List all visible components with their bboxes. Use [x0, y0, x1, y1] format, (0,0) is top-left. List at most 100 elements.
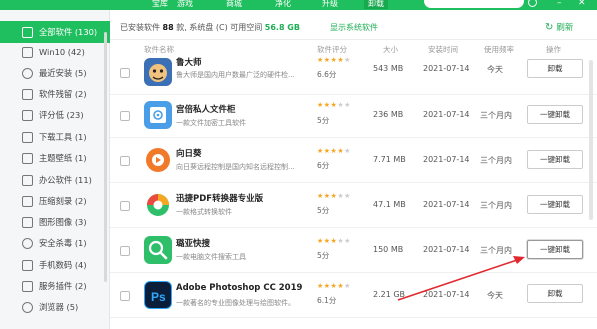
search-input[interactable] [424, 0, 524, 8]
browser-icon [22, 301, 33, 313]
category-sidebar: 全部软件 (130) Win10 (42) 最近安装 (5) 软件残留 (2) … [0, 10, 110, 329]
rating-stars: ★★★★★ [317, 192, 351, 200]
sidebar-item-label: 全部软件 (130) [39, 27, 98, 37]
one-click-uninstall-button[interactable]: 一键卸载 [527, 150, 583, 169]
rating-stars: ★★★★★ [317, 101, 351, 109]
photoshop-app-icon: Ps [144, 281, 172, 309]
install-date: 2021-07-14 [423, 245, 470, 254]
refresh-label: 刷新 [556, 23, 574, 33]
one-click-uninstall-button[interactable]: 一键卸载 [527, 195, 583, 214]
sidebar-item-label: 最近安装 (5) [39, 68, 87, 78]
sidebar-item-label: 安全杀毒 (1) [39, 238, 87, 248]
list-scrollbar[interactable] [589, 60, 593, 220]
usage-frequency: 三个月内 [480, 156, 512, 165]
sidebar-item-label: 图形图像 (3) [39, 217, 87, 227]
ludashi-app-icon [144, 58, 172, 86]
disk-free-space: 56.8 GB [264, 23, 300, 32]
app-name: 璐亚快搜 [176, 239, 211, 249]
sidebar-item-security[interactable]: 安全杀毒 (1) [0, 232, 110, 254]
refresh-icon: ↻ [545, 22, 554, 33]
sidebar-item-label: 下载工具 (1) [39, 132, 87, 142]
minimize-icon[interactable]: – [557, 0, 562, 8]
one-click-uninstall-button[interactable]: 一键卸载 [527, 240, 583, 259]
one-click-uninstall-button[interactable]: 一键卸载 [527, 105, 583, 124]
clock-icon [22, 67, 33, 79]
sidebar-item-label: 评分低 (23) [39, 110, 84, 120]
search-icon[interactable] [528, 0, 537, 7]
row-checkbox[interactable] [120, 201, 130, 211]
install-date: 2021-07-14 [423, 64, 470, 73]
sidebar-item-archive[interactable]: 压缩刻录 (2) [0, 190, 110, 212]
app-name: 向日葵 [176, 149, 202, 159]
close-icon[interactable]: ✕ [578, 0, 586, 8]
show-system-software-link[interactable]: 显示系统软件 [330, 22, 378, 33]
row-checkbox[interactable] [120, 246, 130, 256]
row-checkbox[interactable] [120, 156, 130, 166]
sidebar-item-plugins[interactable]: 服务插件 (2) [0, 275, 110, 297]
sidebar-item-office[interactable]: 办公软件 (11) [0, 169, 110, 191]
sidebar-item-residue[interactable]: 软件残留 (2) [0, 83, 110, 105]
sidebar-item-win10[interactable]: Win10 (42) [0, 41, 110, 63]
table-row: 璐亚快搜 一款电脑文件搜索工具 ★★★★★ 5分 150 MB 2021-07-… [110, 228, 597, 273]
broom-icon [22, 88, 33, 100]
app-description: 鲁大师是国内用户数最广泛的硬件检... [176, 71, 295, 79]
uninstall-button[interactable]: 卸载 [527, 59, 583, 78]
file-cabinet-app-icon [144, 101, 172, 129]
top-nav-bar: 宝库 游戏 商城 净化 升级 卸载 – ✕ [0, 0, 597, 10]
app-description: 一款著名的专业图像处理与绘图软件。 [176, 299, 295, 307]
sidebar-item-download-tools[interactable]: 下载工具 (1) [0, 126, 110, 148]
summary-suffix: 款, 系统盘 (C) 可用空间 [176, 23, 263, 32]
app-size: 543 MB [373, 64, 404, 73]
sidebar-item-low-rated[interactable]: 评分低 (23) [0, 104, 110, 126]
sidebar-item-recent[interactable]: 最近安装 (5) [0, 62, 110, 84]
summary-toolbar: 已安装软件 88 款, 系统盘 (C) 可用空间 56.8 GB 显示系统软件 … [110, 10, 597, 40]
app-size: 7.71 MB [373, 155, 406, 164]
sidebar-item-mobile[interactable]: 手机数码 (4) [0, 254, 110, 276]
tab-baoku[interactable]: 宝库 [152, 0, 168, 9]
tab-uninstall[interactable]: 卸载 [364, 0, 388, 9]
install-date: 2021-07-14 [423, 155, 470, 164]
plugin-icon [22, 280, 33, 292]
tab-clean[interactable]: 净化 [275, 0, 291, 9]
sidebar-item-browsers[interactable]: 浏览器 (5) [0, 296, 110, 318]
tab-upgrade[interactable]: 升级 [322, 0, 338, 9]
rating-score: 6.1分 [317, 296, 337, 305]
app-size: 47.1 MB [373, 200, 406, 209]
sidebar-item-label: 办公软件 (11) [39, 175, 92, 185]
rating-stars: ★★★★★ [317, 147, 351, 155]
theme-icon [22, 152, 33, 164]
sidebar-item-graphics[interactable]: 图形图像 (3) [0, 211, 110, 233]
row-checkbox[interactable] [120, 68, 130, 78]
installed-count: 88 [162, 23, 174, 32]
row-checkbox[interactable] [120, 111, 130, 121]
app-name: 鲁大师 [176, 58, 202, 68]
table-row: 宫倍私人文件柜 一款文件加密工具软件 ★★★★★ 5分 236 MB 2021-… [110, 93, 597, 138]
install-summary: 已安装软件 88 款, 系统盘 (C) 可用空间 56.8 GB [120, 22, 300, 33]
table-row: Ps Adobe Photoshop CC 2019 一款著名的专业图像处理与绘… [110, 273, 597, 318]
sidebar-scrollbar[interactable] [104, 32, 107, 282]
tab-games[interactable]: 游戏 [177, 0, 193, 9]
app-description: 一款电脑文件搜索工具 [176, 253, 246, 261]
rating-stars: ★★★★★ [317, 282, 351, 290]
usage-frequency: 今天 [487, 291, 503, 300]
sidebar-item-label: 压缩刻录 (2) [39, 196, 87, 206]
summary-prefix: 已安装软件 [120, 23, 160, 32]
install-date: 2021-07-14 [423, 200, 470, 209]
table-row: 迅捷PDF转换器专业版 一款格式转换软件 ★★★★★ 5分 47.1 MB 20… [110, 183, 597, 228]
usage-frequency: 三个月内 [480, 111, 512, 120]
usage-frequency: 今天 [487, 65, 503, 74]
sidebar-item-label: 软件残留 (2) [39, 89, 87, 99]
download-icon [22, 131, 33, 143]
quick-search-app-icon [144, 236, 172, 264]
sidebar-item-label: Win10 (42) [39, 47, 85, 57]
sidebar-item-themes[interactable]: 主题壁纸 (1) [0, 147, 110, 169]
sidebar-item-label: 手机数码 (4) [39, 260, 87, 270]
sidebar-item-all[interactable]: 全部软件 (130) [0, 21, 110, 43]
sidebar-item-label: 服务插件 (2) [39, 281, 87, 291]
uninstall-button[interactable]: 卸载 [527, 284, 583, 303]
rating-score: 5分 [317, 206, 330, 215]
refresh-button[interactable]: ↻ 刷新 [545, 21, 573, 33]
shield-icon [22, 237, 33, 249]
row-checkbox[interactable] [120, 291, 130, 301]
tab-store[interactable]: 商城 [226, 0, 242, 9]
